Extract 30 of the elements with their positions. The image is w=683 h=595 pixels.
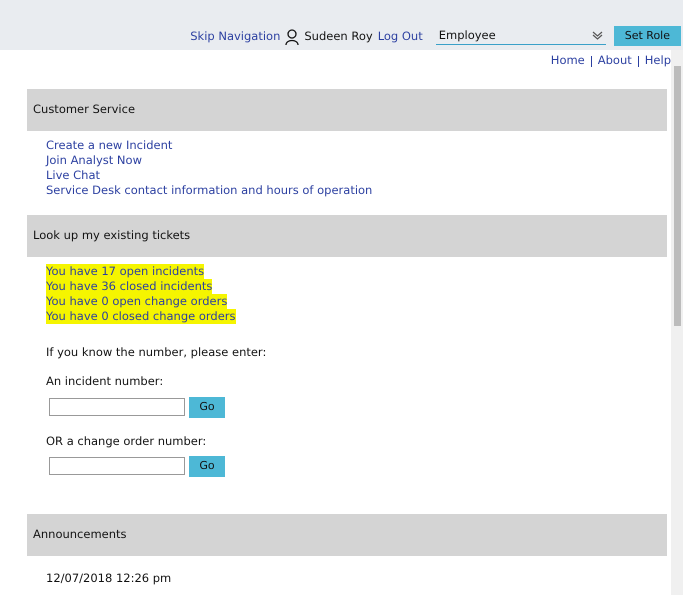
section-header: Customer Service: [27, 89, 667, 131]
set-role-button[interactable]: Set Role: [614, 26, 681, 46]
lookup-prompt: If you know the number, please enter:: [46, 344, 268, 361]
nav-link[interactable]: Home: [550, 52, 585, 70]
announcement-date: 12/07/2018 12:26 pm: [46, 570, 172, 587]
number-input[interactable]: [49, 398, 185, 416]
link[interactable]: You have 17 open incidents: [46, 264, 204, 279]
link[interactable]: Create a new Incident: [46, 138, 172, 153]
section-header: Look up my existing tickets: [27, 215, 667, 257]
number-input[interactable]: [49, 457, 185, 476]
field-label: An incident number:: [46, 373, 164, 390]
nav-link[interactable]: About: [598, 52, 632, 70]
log-out-link[interactable]: Log Out: [378, 28, 423, 45]
go-button[interactable]: Go: [189, 396, 225, 418]
skip-navigation-link[interactable]: Skip Navigation: [190, 28, 280, 45]
field-label: OR a change order number:: [46, 432, 208, 450]
role-select[interactable]: Employee: [436, 27, 606, 45]
link[interactable]: Service Desk contact information and hours of operation: [46, 183, 372, 198]
chevron-down-icon: [592, 31, 603, 40]
link[interactable]: Live Chat: [46, 168, 100, 183]
link[interactable]: You have 36 closed incidents: [46, 279, 212, 294]
go-button[interactable]: Go: [189, 456, 225, 477]
nav-link[interactable]: Help: [644, 52, 671, 70]
link[interactable]: You have 0 closed change orders: [46, 309, 236, 324]
link[interactable]: You have 0 open change orders: [46, 294, 228, 309]
user-icon: [285, 29, 300, 45]
section-header: Announcements: [27, 514, 667, 556]
user-name: Sudeen Roy: [304, 28, 373, 45]
link[interactable]: Join Analyst Now: [46, 153, 142, 168]
scrollbar[interactable]: [671, 50, 683, 595]
